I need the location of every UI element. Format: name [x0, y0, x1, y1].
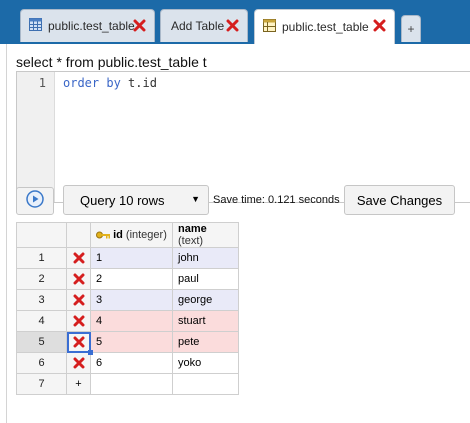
save-changes-button[interactable]: Save Changes [344, 185, 455, 215]
cell-id[interactable] [90, 373, 173, 395]
tab-label: public.test_table [282, 20, 369, 34]
column-type: (integer) [125, 229, 167, 241]
tab-label: public.test_table [48, 19, 135, 33]
column-name: name [178, 223, 207, 235]
keyword-by: by [106, 76, 121, 90]
tab-bar: public.test_table Add Table public.test_… [0, 0, 470, 44]
column-type: (text) [178, 235, 204, 247]
primary-key-icon [96, 229, 113, 241]
close-tab-icon[interactable] [226, 19, 239, 32]
header-row: id (integer) name (text) [16, 222, 239, 248]
tab-public-test-table-2[interactable]: public.test_table [254, 9, 395, 44]
delete-row-icon[interactable] [66, 352, 91, 374]
cell-id[interactable]: 4 [90, 310, 173, 332]
table-edit-icon [263, 19, 276, 35]
row-number[interactable]: 4 [16, 310, 67, 332]
table-row: 5 5 pete [16, 331, 239, 355]
row-number[interactable]: 6 [16, 352, 67, 374]
save-time-status: Save time: 0.121 seconds [213, 194, 340, 206]
table-row: 2 2 paul [16, 268, 239, 290]
cell-name[interactable]: john [172, 247, 239, 269]
cell-name[interactable]: yoko [172, 352, 239, 374]
close-tab-icon[interactable] [373, 19, 386, 32]
save-changes-label: Save Changes [356, 192, 443, 208]
column-header-name[interactable]: name (text) [172, 222, 239, 248]
query-rows-select[interactable]: Query 10 rows ▼ [63, 185, 209, 215]
row-number[interactable]: 1 [16, 247, 67, 269]
new-row: 7 + [16, 373, 239, 395]
sql-editor[interactable]: 1 order by t.id [16, 71, 470, 203]
corner-cell [16, 222, 67, 248]
tab-label: Add Table [171, 19, 225, 33]
column-name: id [113, 229, 123, 241]
delete-row-icon[interactable] [66, 289, 91, 311]
table-row: 4 4 stuart [16, 310, 239, 332]
row-number[interactable]: 3 [16, 289, 67, 311]
selection-handle[interactable] [88, 350, 93, 355]
new-tab-button[interactable]: + [401, 15, 421, 42]
row-number[interactable]: 5 [16, 331, 67, 353]
tab-public-test-table-1[interactable]: public.test_table [20, 9, 155, 42]
table-grid-icon [29, 18, 42, 34]
add-row-button[interactable]: + [66, 373, 91, 395]
delete-row-icon[interactable] [66, 310, 91, 332]
line-gutter: 1 [17, 72, 55, 202]
code-identifier: t.id [128, 76, 157, 90]
table-row: 6 6 yoko [16, 352, 239, 374]
delete-column-header [66, 222, 91, 248]
cell-name[interactable]: pete [172, 331, 239, 353]
code-line[interactable]: order by t.id [63, 76, 157, 90]
row-number[interactable]: 7 [16, 373, 67, 395]
delete-row-icon[interactable] [66, 268, 91, 290]
cell-id[interactable]: 5 [90, 331, 173, 353]
query-rows-value: Query 10 rows [80, 193, 165, 208]
cell-id[interactable]: 1 [90, 247, 173, 269]
run-query-button[interactable] [16, 187, 54, 215]
table-row: 1 1 john [16, 247, 239, 269]
play-icon [26, 189, 44, 213]
cell-name[interactable] [172, 373, 239, 395]
query-panel: select * from public.test_table t 1 orde… [6, 44, 470, 423]
cell-id[interactable]: 2 [90, 268, 173, 290]
cell-name[interactable]: stuart [172, 310, 239, 332]
query-header: select * from public.test_table t [16, 54, 207, 70]
cell-id[interactable]: 6 [90, 352, 173, 374]
tab-add-table[interactable]: Add Table [160, 9, 248, 42]
plus-label: + [407, 22, 415, 36]
column-header-id[interactable]: id (integer) [90, 222, 173, 248]
results-grid: id (integer) name (text) 1 1 john 2 2 pa… [16, 222, 239, 395]
cell-name[interactable]: george [172, 289, 239, 311]
delete-row-icon[interactable] [66, 331, 93, 355]
table-row: 3 3 george [16, 289, 239, 311]
cell-name[interactable]: paul [172, 268, 239, 290]
line-number: 1 [38, 76, 46, 90]
close-tab-icon[interactable] [133, 19, 146, 32]
row-number[interactable]: 2 [16, 268, 67, 290]
cell-id[interactable]: 3 [90, 289, 173, 311]
delete-row-icon[interactable] [66, 247, 91, 269]
dropdown-arrow-icon: ▼ [191, 194, 200, 204]
keyword-order: order [63, 76, 100, 90]
